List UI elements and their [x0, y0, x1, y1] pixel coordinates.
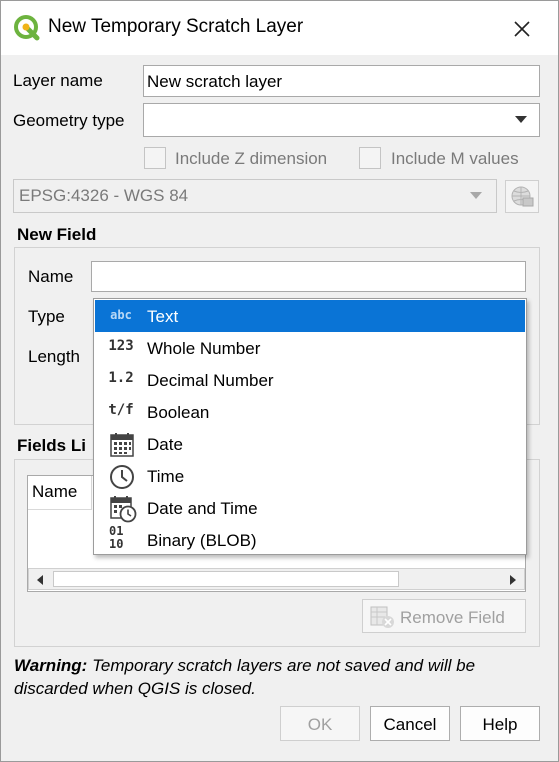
window-title: New Temporary Scratch Layer	[48, 16, 304, 37]
field-name-input[interactable]	[91, 261, 526, 292]
close-icon[interactable]	[508, 15, 536, 43]
include-m-checkbox[interactable]	[359, 147, 381, 169]
type-option-label: Time	[147, 467, 185, 486]
cancel-label: Cancel	[383, 715, 437, 734]
crs-select[interactable]: EPSG:4326 - WGS 84	[13, 179, 497, 213]
text-type-icon: abc	[110, 308, 132, 322]
type-option-decimal-number[interactable]: 1.2 Decimal Number	[95, 364, 525, 396]
scrollbar-thumb[interactable]	[53, 571, 399, 587]
field-length-label: Length	[28, 347, 80, 366]
layer-name-value: New scratch layer	[147, 72, 283, 91]
geometry-type-label: Geometry type	[13, 111, 125, 130]
help-label: Help	[482, 715, 518, 734]
type-option-label: Text	[147, 307, 179, 326]
calendar-clock-icon	[110, 496, 137, 523]
include-z-checkbox[interactable]	[144, 147, 166, 169]
column-header-name-label: Name	[32, 482, 78, 501]
clock-icon	[110, 465, 134, 489]
warning-text: Warning: Temporary scratch layers are no…	[14, 654, 544, 700]
type-option-binary[interactable]: 01 10 Binary (BLOB)	[95, 524, 525, 556]
dialog-window: New Temporary Scratch Layer Layer name N…	[0, 0, 559, 762]
fields-list-title: Fields Li	[17, 436, 86, 455]
field-type-dropdown[interactable]: abc Text 123 Whole Number 1.2 Decimal Nu…	[93, 298, 527, 555]
type-option-text[interactable]: abc Text	[95, 300, 525, 332]
crs-selector-icon[interactable]	[505, 180, 539, 213]
boolean-type-icon: t/f	[108, 402, 134, 418]
type-option-boolean[interactable]: t/f Boolean	[95, 396, 525, 428]
ok-label: OK	[307, 715, 333, 734]
layer-name-label: Layer name	[13, 71, 103, 90]
type-option-label: Date	[147, 435, 183, 454]
chevron-down-icon	[515, 116, 527, 123]
type-option-label: Date and Time	[147, 499, 258, 518]
include-m-label: Include M values	[391, 149, 519, 168]
calendar-icon	[110, 433, 134, 457]
remove-field-icon	[370, 606, 394, 628]
remove-field-button[interactable]: Remove Field	[362, 599, 526, 633]
crs-value: EPSG:4326 - WGS 84	[19, 186, 189, 205]
type-option-date[interactable]: Date	[95, 428, 525, 460]
decimal-type-icon: 1.2	[108, 370, 134, 386]
field-type-label: Type	[28, 307, 65, 326]
cancel-button[interactable]: Cancel	[370, 706, 450, 741]
include-z-label: Include Z dimension	[175, 149, 328, 168]
type-option-label: Decimal Number	[147, 371, 274, 390]
type-option-date-and-time[interactable]: Date and Time	[95, 492, 525, 524]
layer-name-input[interactable]: New scratch layer	[143, 65, 540, 97]
type-option-time[interactable]: Time	[95, 460, 525, 492]
type-option-label: Boolean	[147, 403, 210, 422]
type-option-whole-number[interactable]: 123 Whole Number	[95, 332, 525, 364]
geometry-type-select[interactable]	[143, 103, 540, 137]
warning-bold: Warning:	[14, 656, 88, 675]
horizontal-scrollbar[interactable]	[28, 568, 525, 590]
type-option-label: Whole Number	[147, 339, 261, 358]
qgis-logo-icon	[14, 15, 40, 41]
ok-button[interactable]: OK	[280, 706, 360, 741]
chevron-down-icon	[470, 192, 482, 199]
field-name-label: Name	[28, 267, 74, 286]
remove-field-label: Remove Field	[400, 608, 505, 627]
column-header-name[interactable]: Name	[28, 476, 92, 510]
scroll-right-icon[interactable]	[502, 569, 524, 589]
help-button[interactable]: Help	[460, 706, 540, 741]
scroll-left-icon[interactable]	[29, 569, 51, 589]
integer-type-icon: 123	[108, 338, 134, 354]
new-field-title: New Field	[17, 225, 97, 244]
title-bar: New Temporary Scratch Layer	[1, 1, 558, 55]
binary-icon: 01 10	[109, 524, 124, 551]
type-option-label: Binary (BLOB)	[147, 531, 257, 550]
